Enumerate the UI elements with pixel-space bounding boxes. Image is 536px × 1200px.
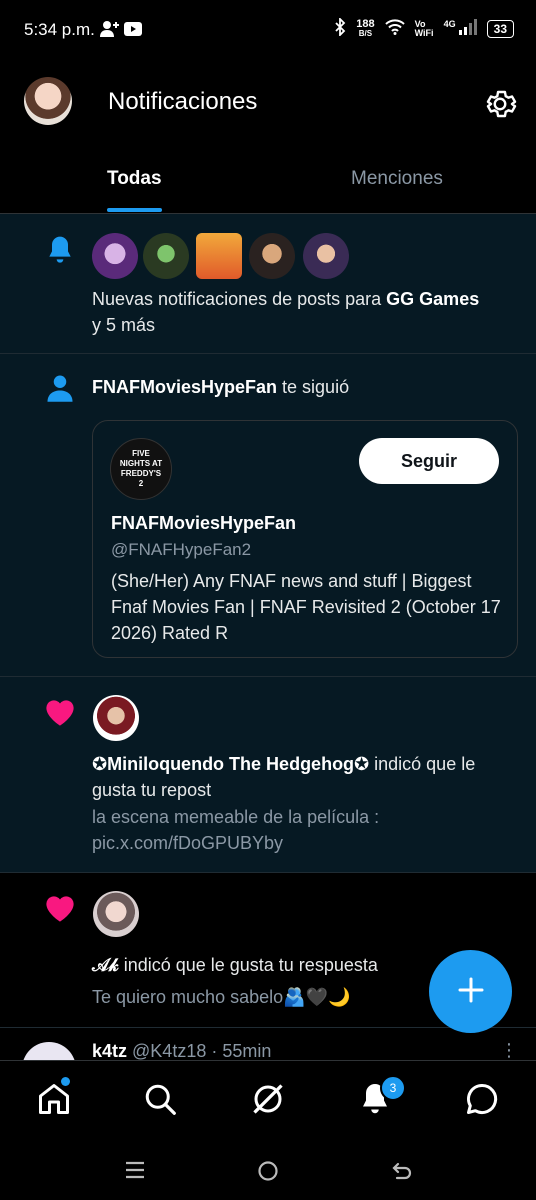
avatar[interactable] (249, 233, 295, 279)
grok-icon[interactable] (250, 1081, 286, 1122)
avatar[interactable] (92, 233, 138, 279)
heart-icon (43, 697, 77, 732)
card-avatar[interactable]: FIVE NIGHTS AT FREDDY'S 2 (110, 438, 172, 500)
notification-count-badge: 3 (380, 1075, 406, 1101)
user-name[interactable]: FNAFMoviesHypeFan (92, 377, 277, 397)
notification-text: ✪Miniloquendo The Hedgehog✪ indicó que l… (92, 754, 476, 800)
avatar[interactable] (93, 695, 139, 741)
system-nav (0, 1144, 536, 1200)
notification-text: Nuevas notificaciones de posts para GG G… (92, 289, 480, 335)
post-header: k4tz @K4tz18 · 55min (92, 1041, 272, 1060)
messages-icon[interactable] (464, 1081, 500, 1122)
profile-avatar[interactable] (24, 77, 72, 125)
follow-button[interactable]: Seguir (359, 438, 499, 484)
network-speed: 188 B/S (356, 17, 375, 38)
notification-item[interactable]: Nuevas notificaciones de posts para GG G… (0, 214, 536, 354)
card-handle[interactable]: @FNAFHypeFan2 (111, 540, 251, 560)
home-system-icon[interactable] (257, 1160, 279, 1187)
avatar[interactable] (93, 891, 139, 937)
status-bar: 5:34 p.m. 188 B/S Vo WiFi 4G 33 (0, 0, 536, 60)
avatar[interactable] (22, 1042, 76, 1060)
avatar[interactable] (196, 233, 242, 279)
tab-menciones[interactable]: Menciones (351, 168, 443, 190)
search-icon[interactable] (142, 1081, 178, 1122)
post-preview[interactable]: la escena memeable de la película : pic.… (92, 804, 512, 856)
plus-icon (458, 977, 483, 1003)
volte-icon: Vo WiFi (414, 18, 434, 38)
card-name[interactable]: FNAFMoviesHypeFan (111, 513, 296, 534)
notification-text: FNAFMoviesHypeFan te siguió (92, 377, 350, 397)
unread-dot (61, 1077, 70, 1086)
recent-apps-icon[interactable] (124, 1160, 146, 1185)
active-tab-indicator (107, 208, 162, 212)
bluetooth-icon (334, 16, 346, 39)
user-name[interactable]: ✪Miniloquendo The Hedgehog✪ (92, 754, 369, 774)
avatar[interactable] (143, 233, 189, 279)
notification-text: 𝒜𝓀 indicó que le gusta tu respuesta (92, 955, 378, 975)
post-preview[interactable]: Te quiero mucho sabelo🫂🖤🌙 (92, 984, 422, 1010)
card-bio: (She/Her) Any FNAF news and stuff | Bigg… (111, 571, 501, 643)
battery-indicator: 33 (486, 19, 514, 38)
tab-todas[interactable]: Todas (107, 168, 162, 190)
home-icon[interactable] (36, 1081, 72, 1122)
bell-icon (44, 234, 76, 271)
avatar-stack (92, 233, 352, 281)
wifi-icon (384, 19, 405, 38)
back-icon[interactable] (391, 1160, 413, 1187)
compose-button[interactable] (429, 950, 512, 1033)
youtube-icon (124, 22, 142, 41)
status-time: 5:34 p.m. (24, 20, 95, 39)
page-title: Notificaciones (108, 88, 258, 115)
more-options-icon[interactable]: ⋮ (500, 1040, 518, 1060)
user-name[interactable]: 𝒜𝓀 (92, 955, 119, 975)
bottom-nav (0, 1060, 536, 1145)
add-person-icon (100, 20, 120, 43)
signal-icon: 4G (444, 19, 477, 38)
status-icons: 188 B/S Vo WiFi 4G 33 (334, 16, 514, 39)
post-item[interactable]: k4tz @K4tz18 · 55min ⋮ (0, 1028, 536, 1060)
heart-icon (43, 893, 77, 928)
person-icon (45, 372, 75, 409)
avatar[interactable] (303, 233, 349, 279)
settings-gear-icon[interactable] (482, 86, 518, 122)
notification-item[interactable]: ✪Miniloquendo The Hedgehog✪ indicó que l… (0, 677, 536, 873)
